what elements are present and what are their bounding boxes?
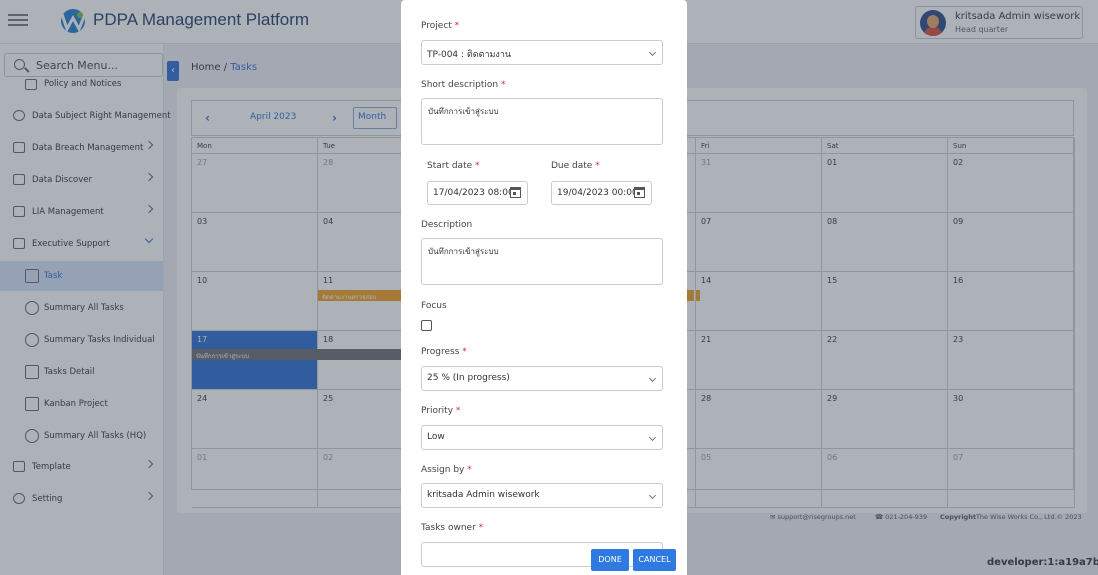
chevron-down-icon <box>648 491 657 500</box>
tasks-owner-label: Tasks owner * <box>421 523 484 533</box>
priority-select[interactable]: Low <box>421 425 663 450</box>
focus-checkbox[interactable] <box>421 320 432 331</box>
project-value: TP-004 : ติดตามงาน <box>427 50 512 60</box>
due-date-value: 19/04/2023 00:00 <box>557 188 638 198</box>
due-date-field[interactable]: 19/04/2023 00:00 <box>551 181 652 205</box>
progress-select[interactable]: 25 % (In progress) <box>421 366 663 391</box>
project-select[interactable]: TP-004 : ติดตามงาน <box>421 40 663 65</box>
chevron-down-icon <box>648 48 657 57</box>
start-date-label: Start date * <box>427 161 480 171</box>
due-date-label: Due date * <box>551 161 600 171</box>
chevron-down-icon <box>648 433 657 442</box>
focus-label: Focus <box>421 301 447 311</box>
project-label: Project * <box>421 21 460 31</box>
chevron-down-icon <box>648 374 657 383</box>
description-field[interactable]: บันทึกการเข้าสู่ระบบ <box>421 238 663 285</box>
calendar-icon[interactable] <box>510 187 521 198</box>
description-label: Description <box>421 220 473 230</box>
calendar-icon[interactable] <box>634 187 645 198</box>
assign-by-select[interactable]: kritsada Admin wisework <box>421 483 663 508</box>
task-edit-modal: Project * TP-004 : ติดตามงาน Short descr… <box>401 0 687 575</box>
progress-value: 25 % (In progress) <box>427 373 510 383</box>
priority-value: Low <box>427 432 445 442</box>
assign-by-value: kritsada Admin wisework <box>427 490 540 500</box>
start-date-field[interactable]: 17/04/2023 08:00 <box>427 181 528 205</box>
cancel-button[interactable]: CANCEL <box>633 549 676 571</box>
priority-label: Priority * <box>421 406 461 416</box>
start-date-value: 17/04/2023 08:00 <box>433 188 514 198</box>
short-description-field[interactable]: บันทึกการเข้าสู่ระบบ <box>421 98 663 145</box>
progress-label: Progress * <box>421 347 467 357</box>
short-description-label: Short description * <box>421 80 506 90</box>
done-button[interactable]: DONE <box>591 549 629 571</box>
assign-by-label: Assign by * <box>421 465 472 475</box>
